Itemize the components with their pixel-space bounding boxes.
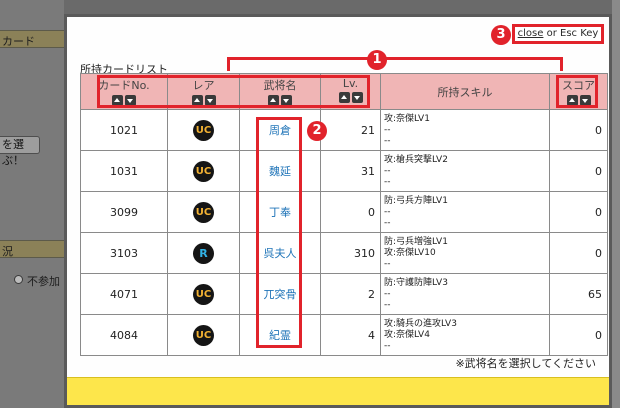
score-value: 65 <box>549 273 608 315</box>
background-card-label: カード <box>2 35 35 48</box>
skill-line: 攻:槍兵突撃LV2 <box>384 154 448 165</box>
card-number: 1031 <box>80 150 168 192</box>
skill-line: -- <box>384 217 391 228</box>
skill-line: -- <box>384 135 391 146</box>
modal-footer-bar <box>67 377 609 405</box>
background-radio[interactable] <box>14 275 23 284</box>
skills-cell: 防:守護防陣LV3 -- -- <box>380 273 550 315</box>
close-link[interactable]: close <box>518 28 544 39</box>
col-header-label: 所持スキル <box>437 85 493 99</box>
annotation-badge-3: 3 <box>491 25 511 45</box>
skill-line: -- <box>384 124 391 135</box>
skill-line: -- <box>384 299 391 310</box>
annotation-highlight-general-names <box>256 117 302 348</box>
table-row: 1031 UC 魏延 31 攻:槍兵突撃LV2 -- -- 0 <box>80 150 608 192</box>
card-number: 3099 <box>80 191 168 233</box>
rarity-cell: UC <box>167 191 240 233</box>
level-value: 2 <box>320 273 381 315</box>
rarity-cell: UC <box>167 150 240 192</box>
skills-cell: 攻:騎兵の進攻LV3 攻:奈傑LV4 -- <box>380 314 550 356</box>
rarity-cell: UC <box>167 314 240 356</box>
skill-line: 防:弓兵方陣LV1 <box>384 195 448 206</box>
skill-line: -- <box>384 176 391 187</box>
level-value: 4 <box>320 314 381 356</box>
select-name-footnote: ※武将名を選択してください <box>455 357 596 370</box>
rarity-cell: R <box>167 232 240 274</box>
skill-line: -- <box>384 165 391 176</box>
skills-cell: 攻:奈傑LV1 -- -- <box>380 109 550 151</box>
level-value: 31 <box>320 150 381 192</box>
col-header-skills: 所持スキル <box>380 73 550 110</box>
level-value: 310 <box>320 232 381 274</box>
rarity-uc-icon: UC <box>193 201 214 223</box>
skills-cell: 攻:槍兵突撃LV2 -- -- <box>380 150 550 192</box>
annotation-bracket-1 <box>227 57 563 71</box>
skill-line: -- <box>384 258 391 269</box>
skill-line: 防:守護防陣LV3 <box>384 277 448 288</box>
rarity-r-icon: R <box>193 242 214 264</box>
skills-cell: 防:弓兵増強LV1 攻:奈傑LV10 -- <box>380 232 550 274</box>
skill-line: 攻:騎兵の進攻LV3 <box>384 318 457 329</box>
background-header-strip: カード <box>0 30 64 48</box>
level-value: 0 <box>320 191 381 233</box>
annotation-highlight-sort-headers <box>97 75 370 108</box>
background-status-label: 況 <box>2 245 13 258</box>
background-right-panel <box>612 0 620 408</box>
card-number: 4084 <box>80 314 168 356</box>
rarity-uc-icon: UC <box>193 160 214 182</box>
skill-line: 攻:奈傑LV4 <box>384 329 430 340</box>
table-row: 3099 UC 丁奉 0 防:弓兵方陣LV1 -- -- 0 <box>80 191 608 233</box>
score-value: 0 <box>549 191 608 233</box>
rarity-cell: UC <box>167 109 240 151</box>
skill-line: -- <box>384 206 391 217</box>
score-value: 0 <box>549 109 608 151</box>
annotation-highlight-score-sort <box>556 75 598 108</box>
background-left-panel <box>0 0 64 408</box>
score-value: 0 <box>549 232 608 274</box>
card-number: 3103 <box>80 232 168 274</box>
card-number: 4071 <box>80 273 168 315</box>
annotation-badge-2: 2 <box>307 121 327 141</box>
rarity-uc-icon: UC <box>193 283 214 305</box>
skill-line: -- <box>384 340 391 351</box>
background-status-strip: 況 <box>0 240 64 258</box>
table-row: 3103 R 呉夫人 310 防:弓兵増強LV1 攻:奈傑LV10 -- 0 <box>80 232 608 274</box>
score-value: 0 <box>549 150 608 192</box>
table-row: 4084 UC 紀霊 4 攻:騎兵の進攻LV3 攻:奈傑LV4 -- 0 <box>80 314 608 356</box>
table-row: 1021 UC 周倉 21 攻:奈傑LV1 -- -- 0 <box>80 109 608 151</box>
card-number: 1021 <box>80 109 168 151</box>
background-choose-button[interactable]: を選ぶ！ <box>0 136 40 167</box>
skill-line: 防:弓兵増強LV1 <box>384 236 448 247</box>
annotation-badge-1: 1 <box>367 50 387 70</box>
esc-key-hint: or Esc Key <box>543 28 599 39</box>
rarity-uc-icon: UC <box>193 324 214 346</box>
level-value: 21 <box>320 109 381 151</box>
rarity-uc-icon: UC <box>193 119 214 141</box>
skills-cell: 防:弓兵方陣LV1 -- -- <box>380 191 550 233</box>
rarity-cell: UC <box>167 273 240 315</box>
background-radio-label: 不参加 <box>27 275 60 288</box>
skill-line: 攻:奈傑LV1 <box>384 113 430 124</box>
table-row: 4071 UC 兀突骨 2 防:守護防陣LV3 -- -- 65 <box>80 273 608 315</box>
card-list-table: カードNo. レア 武将名 Lv. 所持スキル スコア 1021 UC 周倉 2… <box>80 73 608 356</box>
card-list-modal: close or Esc Key 3 所持カードリスト 1 カードNo. レア … <box>64 14 612 408</box>
background-top <box>64 0 612 14</box>
score-value: 0 <box>549 314 608 356</box>
skill-line: -- <box>384 288 391 299</box>
skill-line: 攻:奈傑LV10 <box>384 247 436 258</box>
close-control: close or Esc Key <box>512 24 604 44</box>
